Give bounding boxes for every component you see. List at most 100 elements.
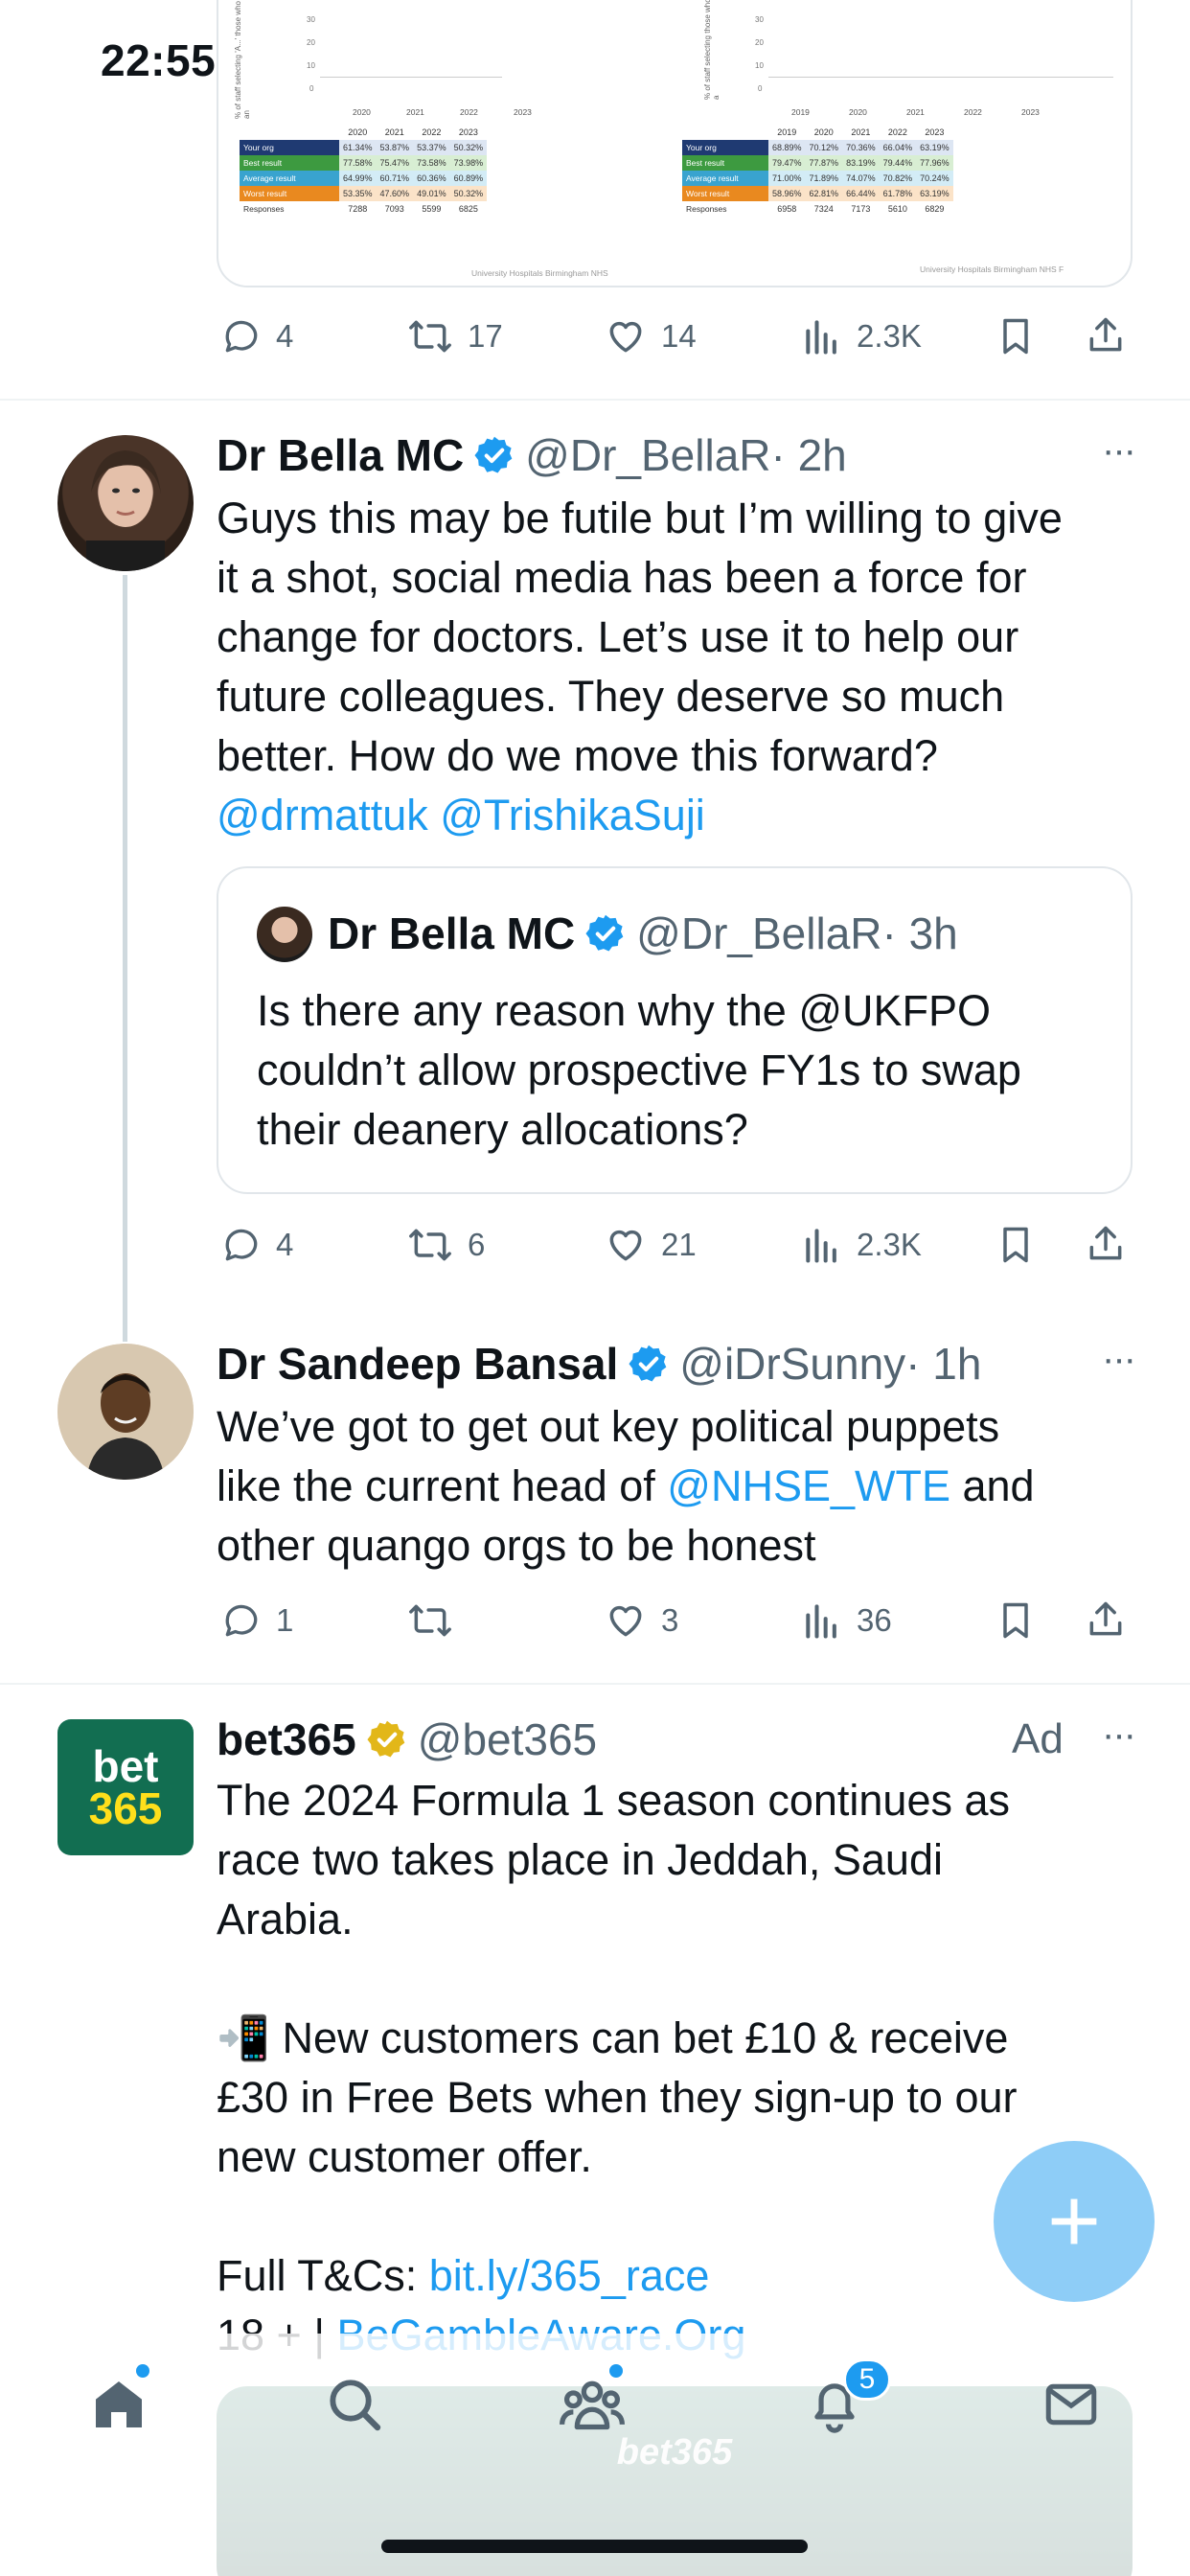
table-cell: 74.07%	[846, 173, 876, 183]
avatar[interactable]	[57, 435, 194, 571]
like-button[interactable]: 3	[604, 1597, 678, 1644]
repost-count: 17	[468, 318, 503, 354]
table-cell: 5610	[887, 204, 907, 214]
table-cell: 73.58%	[417, 158, 446, 168]
repost-button[interactable]: 6	[406, 1221, 485, 1269]
table-cell: 77.96%	[920, 158, 950, 168]
user-handle[interactable]: @Dr_BellaR	[525, 429, 770, 481]
display-name[interactable]: Dr Bella MC	[217, 429, 464, 481]
share-icon[interactable]	[1085, 1223, 1127, 1265]
right-year-header: 2022	[887, 127, 907, 137]
table-cell: 64.99%	[343, 173, 373, 183]
table-cell: 71.89%	[809, 173, 839, 183]
table-cell: 6825	[458, 204, 478, 214]
tweet-header: Dr Sandeep Bansal @iDrSunny · 1h	[217, 1338, 982, 1390]
row-label: Responses	[240, 201, 339, 217]
ad-text-line: The 2024 Formula 1 season continues as	[217, 1776, 1010, 1825]
left-year-header: 2021	[384, 127, 404, 137]
table-cell: 60.71%	[379, 173, 410, 183]
repost-icon	[409, 1229, 451, 1261]
right-year-header: 2021	[851, 127, 871, 137]
notifications-badge: 5	[843, 2358, 891, 2401]
views-icon	[806, 1229, 836, 1263]
table-cell: 70.24%	[920, 173, 950, 183]
more-options-button[interactable]: ···	[1102, 1714, 1136, 1757]
table-cell: 5599	[422, 204, 442, 214]
right-xtick: 2021	[906, 107, 925, 117]
display-name[interactable]: Dr Sandeep Bansal	[217, 1338, 618, 1390]
left-xtick: 2023	[514, 107, 532, 117]
row-label: Worst result	[682, 186, 768, 201]
repost-button[interactable]: 17	[406, 312, 503, 360]
reply-icon	[225, 1604, 258, 1637]
tweet-text-line: future colleagues. They deserve so much	[217, 672, 1005, 721]
table-cell: 7173	[851, 204, 871, 214]
mention-link[interactable]: @NHSE_WTE	[667, 1461, 950, 1510]
more-options-button[interactable]: ···	[1102, 429, 1136, 472]
reply-count: 4	[276, 1227, 294, 1262]
reply-count: 4	[276, 318, 294, 354]
right-xtick: 2020	[849, 107, 867, 117]
repost-count: 6	[468, 1227, 486, 1262]
user-handle[interactable]: @iDrSunny	[679, 1338, 905, 1390]
phone-arrow-emoji: 📲	[217, 2013, 271, 2062]
user-handle[interactable]: @bet365	[418, 1714, 597, 1765]
table-cell: 49.01%	[417, 189, 446, 198]
heart-icon	[609, 1605, 642, 1637]
communities-unread-dot	[609, 2364, 623, 2378]
home-icon[interactable]	[88, 2374, 149, 2435]
tweet-header: bet365 @bet365	[217, 1714, 597, 1765]
left-year-header: 2020	[348, 127, 368, 137]
verified-badge-icon	[585, 914, 624, 952]
divider	[0, 399, 1190, 401]
tweet-image-tables[interactable]: % of staff selecting 'A...' those who an…	[217, 0, 1133, 288]
views-button[interactable]: 36	[801, 1597, 892, 1644]
bookmark-icon[interactable]	[995, 1599, 1037, 1642]
avatar-portrait	[57, 1344, 194, 1480]
left-axis-label: % of staff selecting 'A...' those who an	[234, 1, 251, 119]
bookmark-icon[interactable]	[995, 315, 1037, 357]
tweet-text-line: change for doctors. Let’s use it to help…	[217, 612, 1019, 661]
bookmark-icon[interactable]	[995, 1224, 1037, 1266]
tc-link[interactable]: bit.ly/365_race	[429, 2251, 710, 2300]
share-icon[interactable]	[1085, 1598, 1127, 1641]
more-options-button[interactable]: ···	[1102, 1338, 1136, 1381]
like-count: 14	[661, 318, 697, 354]
ad-text-fragment: New customers can bet £10 & receive	[270, 2013, 1009, 2062]
compose-button[interactable]: +	[994, 2141, 1155, 2302]
mention-links[interactable]: @drmattuk @TrishikaSuji	[217, 786, 1136, 845]
tweet-actions: 4 6 21 2.3K	[217, 1221, 1133, 1269]
left-xtick: 2020	[353, 107, 371, 117]
row-label: Average result	[240, 171, 339, 186]
communities-icon[interactable]	[560, 2374, 625, 2435]
right-results-table: 2019 2020 2021 2022 2023 Your org 68.89%…	[682, 125, 953, 217]
like-button[interactable]: 21	[604, 1221, 697, 1269]
messages-icon[interactable]	[1041, 2376, 1102, 2433]
views-button[interactable]: 2.3K	[801, 312, 922, 360]
right-ytick: 0	[758, 84, 763, 93]
reply-button[interactable]: 4	[220, 312, 293, 360]
quote-text-line: their deanery allocations?	[257, 1105, 748, 1154]
like-button[interactable]: 14	[604, 312, 697, 360]
tweet-text: We’ve got to get out key political puppe…	[217, 1397, 1136, 1576]
table-cell: 70.36%	[846, 143, 876, 152]
bet365-logo[interactable]: bet 365	[57, 1719, 194, 1855]
right-year-header: 2020	[813, 127, 834, 137]
views-button[interactable]: 2.3K	[801, 1221, 922, 1269]
avatar[interactable]	[57, 1344, 194, 1480]
table-cell: 53.87%	[379, 143, 410, 152]
table-cell: 75.47%	[379, 158, 410, 168]
share-icon[interactable]	[1085, 314, 1127, 356]
table-cell: 60.36%	[417, 173, 446, 183]
quote-tweet[interactable]: Dr Bella MC @Dr_BellaR · 3h Is there any…	[217, 866, 1133, 1194]
quote-handle: @Dr_BellaR	[636, 908, 882, 958]
repost-button[interactable]	[406, 1597, 468, 1644]
tweet-time: · 1h	[905, 1339, 982, 1389]
views-count: 2.3K	[857, 318, 922, 354]
search-icon[interactable]	[324, 2374, 385, 2435]
table-cell: 53.37%	[417, 143, 446, 152]
reply-button[interactable]: 4	[220, 1221, 293, 1269]
display-name[interactable]: bet365	[217, 1714, 356, 1765]
left-results-table: 2020 2021 2022 2023 Your org 61.34% 53.8…	[240, 125, 488, 217]
reply-button[interactable]: 1	[220, 1597, 293, 1644]
